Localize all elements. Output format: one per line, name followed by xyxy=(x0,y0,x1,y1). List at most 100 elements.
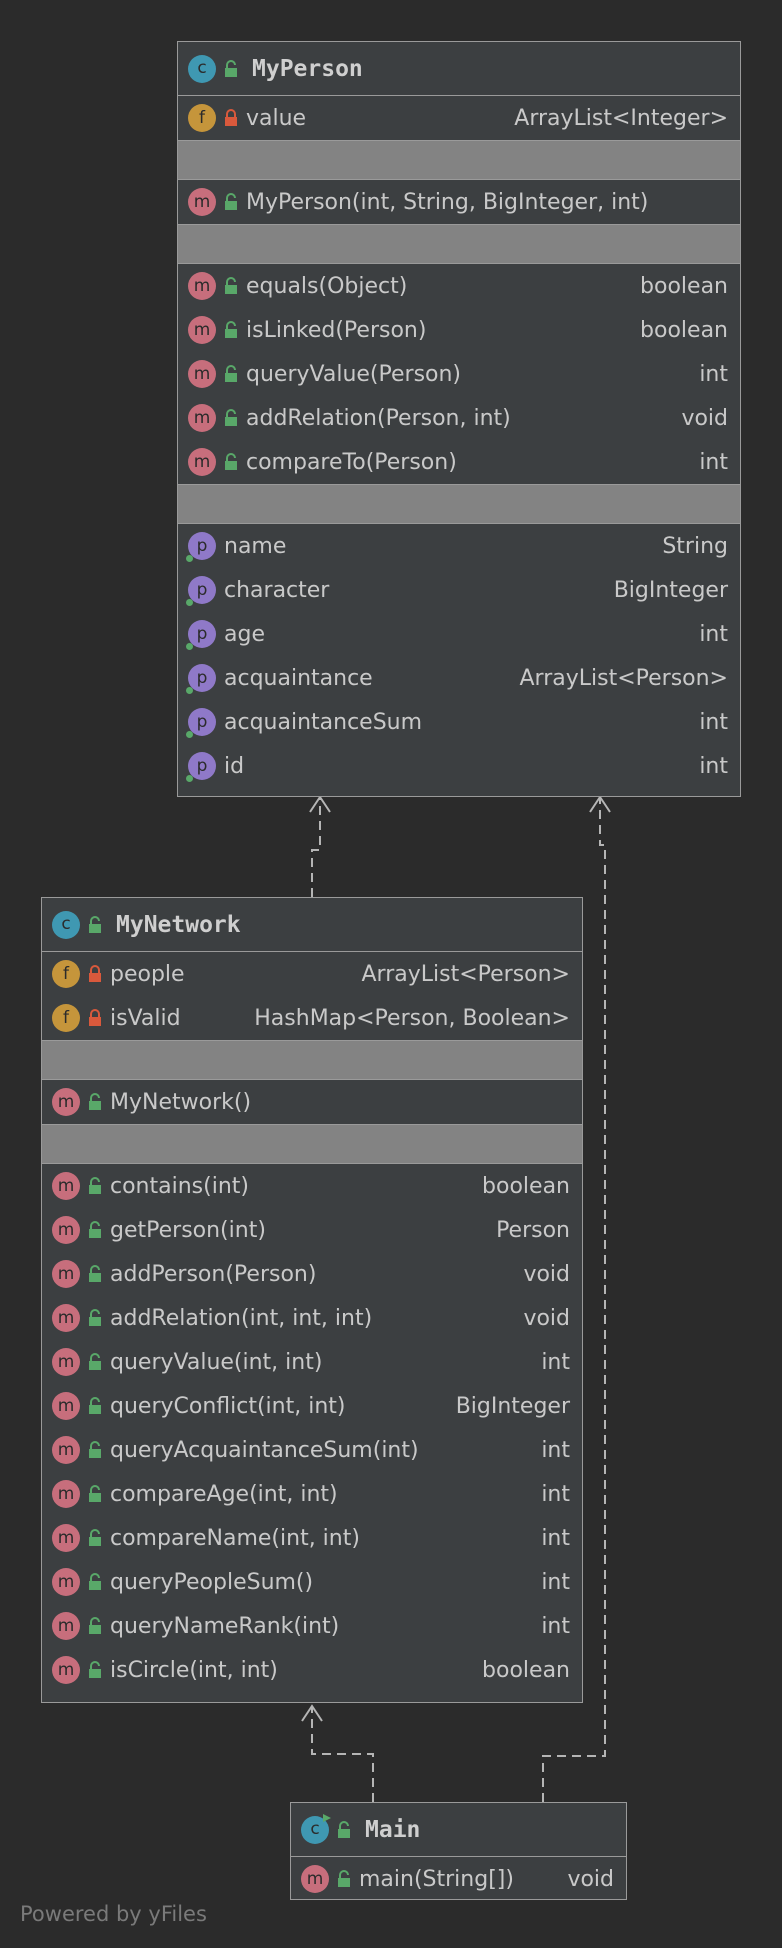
member-name: compareTo(Person) xyxy=(246,449,457,475)
methods-section: m main(String[]) void xyxy=(291,1857,626,1901)
method-icon: m xyxy=(52,1304,80,1332)
method-icon: m xyxy=(52,1612,80,1640)
method-icon: m xyxy=(188,272,216,300)
class-header: c Main xyxy=(291,1803,626,1857)
member-name: queryPeopleSum() xyxy=(110,1569,314,1595)
method-icon: m xyxy=(52,1480,80,1508)
public-lock-icon xyxy=(88,1661,102,1679)
class-name: MyPerson xyxy=(252,55,363,82)
public-lock-icon xyxy=(224,277,238,295)
member-name: contains(int) xyxy=(110,1173,249,1199)
property-icon: p xyxy=(186,620,216,650)
public-lock-icon xyxy=(224,193,238,211)
method-row[interactable]: m queryNameRank(int) int xyxy=(42,1604,582,1648)
public-icon xyxy=(224,59,238,78)
method-row[interactable]: m addPerson(Person) void xyxy=(42,1252,582,1296)
method-row[interactable]: m MyNetwork() xyxy=(42,1080,582,1124)
class-box-myperson[interactable]: c MyPerson f value ArrayList<Integer> m MyP… xyxy=(177,41,741,797)
member-name: value xyxy=(246,105,307,131)
section-divider xyxy=(178,140,740,180)
member-type: int xyxy=(699,449,728,475)
property-row[interactable]: p id int xyxy=(178,744,740,788)
member-name: queryNameRank(int) xyxy=(110,1613,340,1639)
constructors-section: m MyNetwork() xyxy=(42,1080,582,1124)
member-name: addRelation(int, int, int) xyxy=(110,1305,373,1331)
member-type: int xyxy=(541,1481,570,1507)
method-row[interactable]: m queryValue(int, int) int xyxy=(42,1340,582,1384)
method-icon: m xyxy=(188,448,216,476)
method-row[interactable]: m queryPeopleSum() int xyxy=(42,1560,582,1604)
method-row[interactable]: m compareTo(Person) int xyxy=(178,440,740,484)
public-lock-icon xyxy=(88,1093,102,1111)
public-lock-icon xyxy=(224,409,238,427)
method-row[interactable]: m isCircle(int, int) boolean xyxy=(42,1648,582,1692)
private-lock-icon xyxy=(88,1009,102,1027)
member-name: getPerson(int) xyxy=(110,1217,266,1243)
field-row[interactable]: f value ArrayList<Integer> xyxy=(178,96,740,140)
member-name: queryValue(int, int) xyxy=(110,1349,323,1375)
member-type: int xyxy=(699,621,728,647)
member-type: void xyxy=(523,1305,570,1331)
property-row[interactable]: p acquaintance ArrayList<Person> xyxy=(178,656,740,700)
property-icon: p xyxy=(186,708,216,738)
private-lock-icon xyxy=(224,109,238,127)
section-divider xyxy=(42,1040,582,1080)
field-row[interactable]: f people ArrayList<Person> xyxy=(42,952,582,996)
public-lock-icon xyxy=(224,321,238,339)
member-name: name xyxy=(224,533,287,559)
member-type: int xyxy=(699,709,728,735)
member-name: MyPerson(int, String, BigInteger, int) xyxy=(246,189,649,215)
member-type: String xyxy=(662,533,728,559)
member-type: Person xyxy=(496,1217,570,1243)
member-type: boolean xyxy=(482,1657,570,1683)
public-icon xyxy=(88,915,102,934)
field-row[interactable]: f isValid HashMap<Person, Boolean> xyxy=(42,996,582,1040)
method-row[interactable]: m contains(int) boolean xyxy=(42,1164,582,1208)
member-name: MyNetwork() xyxy=(110,1089,252,1115)
method-row[interactable]: m queryConflict(int, int) BigInteger xyxy=(42,1384,582,1428)
member-type: int xyxy=(541,1437,570,1463)
section-divider xyxy=(178,484,740,524)
method-row[interactable]: m equals(Object) boolean xyxy=(178,264,740,308)
property-row[interactable]: p acquaintanceSum int xyxy=(178,700,740,744)
class-icon: c xyxy=(301,1813,331,1844)
member-name: addPerson(Person) xyxy=(110,1261,317,1287)
fields-section: f people ArrayList<Person> f isValid HashMap<… xyxy=(42,952,582,1040)
method-icon: m xyxy=(52,1568,80,1596)
member-name: queryAcquaintanceSum(int) xyxy=(110,1437,419,1463)
method-row[interactable]: m isLinked(Person) boolean xyxy=(178,308,740,352)
property-icon: p xyxy=(186,664,216,694)
method-row[interactable]: m addRelation(Person, int) void xyxy=(178,396,740,440)
method-row[interactable]: m addRelation(int, int, int) void xyxy=(42,1296,582,1340)
member-type: int xyxy=(541,1569,570,1595)
property-row[interactable]: p character BigInteger xyxy=(178,568,740,612)
method-row[interactable]: m compareName(int, int) int xyxy=(42,1516,582,1560)
method-row[interactable]: m queryValue(Person) int xyxy=(178,352,740,396)
method-row[interactable]: m main(String[]) void xyxy=(291,1857,626,1901)
method-row[interactable]: m compareAge(int, int) int xyxy=(42,1472,582,1516)
class-box-mynetwork[interactable]: c MyNetwork f people ArrayList<Person> f isV… xyxy=(41,897,583,1703)
method-icon: m xyxy=(188,404,216,432)
public-lock-icon xyxy=(88,1441,102,1459)
property-row[interactable]: p name String xyxy=(178,524,740,568)
public-icon xyxy=(337,1820,351,1839)
member-type: boolean xyxy=(482,1173,570,1199)
public-lock-icon xyxy=(88,1221,102,1239)
method-row[interactable]: m getPerson(int) Person xyxy=(42,1208,582,1252)
public-lock-icon xyxy=(88,1485,102,1503)
member-type: int xyxy=(699,753,728,779)
class-icon: c xyxy=(188,54,216,83)
field-icon: f xyxy=(52,960,80,988)
method-icon: m xyxy=(52,1172,80,1200)
member-name: age xyxy=(224,621,265,647)
constructors-section: m MyPerson(int, String, BigInteger, int) xyxy=(178,180,740,224)
method-row[interactable]: m MyPerson(int, String, BigInteger, int) xyxy=(178,180,740,224)
member-name: addRelation(Person, int) xyxy=(246,405,511,431)
method-row[interactable]: m queryAcquaintanceSum(int) int xyxy=(42,1428,582,1472)
methods-section: m contains(int) boolean m getPerson(int) Pers… xyxy=(42,1164,582,1692)
public-lock-icon xyxy=(88,1397,102,1415)
property-row[interactable]: p age int xyxy=(178,612,740,656)
member-name: isCircle(int, int) xyxy=(110,1657,278,1683)
field-icon: f xyxy=(52,1004,80,1032)
class-box-main[interactable]: c Main m main(String[]) void xyxy=(290,1802,627,1900)
